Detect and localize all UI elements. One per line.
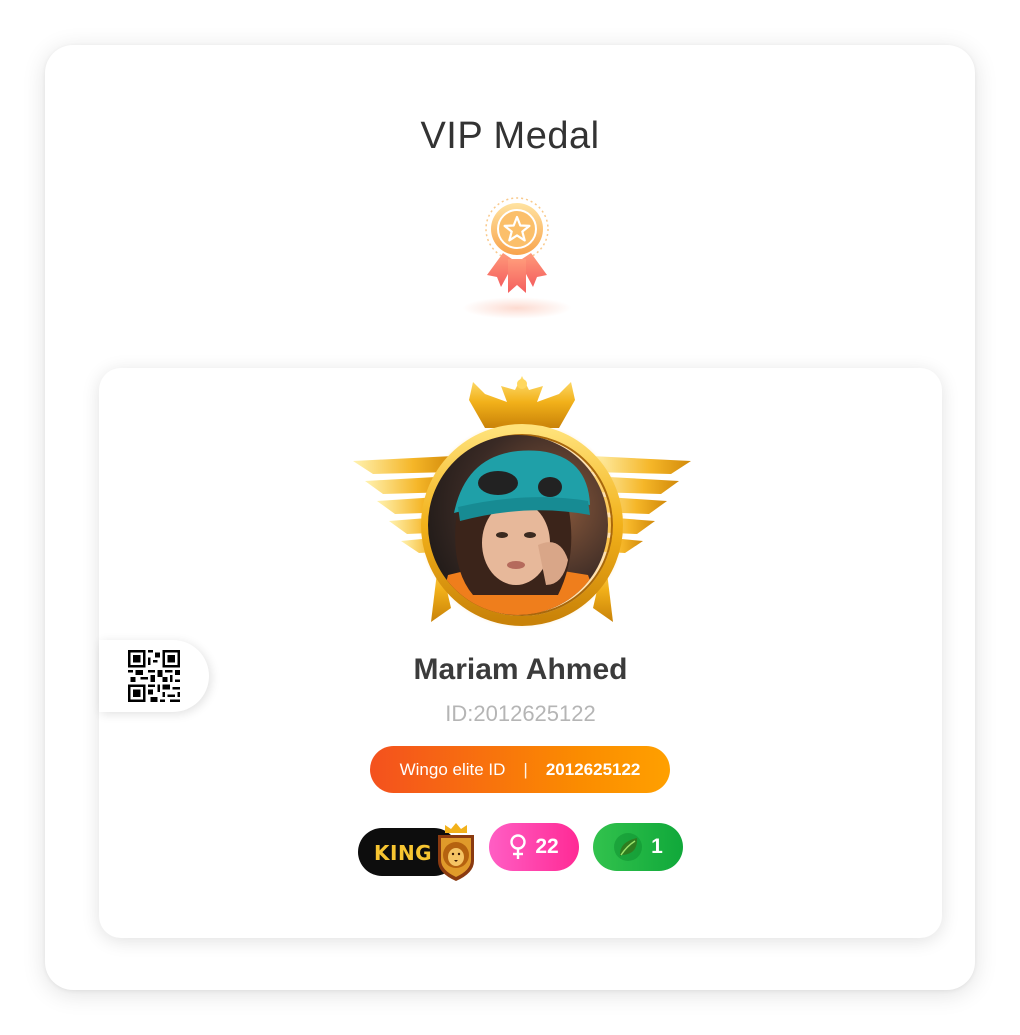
medal-ribbon-icon [485,197,549,293]
page-title: VIP Medal [420,115,600,157]
profile-card: Mariam Ahmed ID:2012625122 Wingo elite I… [99,368,942,938]
elite-id-separator: | [523,759,528,779]
gender-badge[interactable]: 22 [489,823,579,871]
leaf-icon [614,833,643,861]
leaf-badge-count: 1 [651,835,663,858]
vip-medal-card: VIP Medal Mariam Ahmed ID:2012625122 Win… [45,45,975,990]
elite-id-label: Wingo elite ID [399,759,506,779]
leaf-badge[interactable]: 1 [593,823,683,871]
avatar[interactable] [428,435,608,615]
king-badge-label: KING [374,841,433,865]
female-icon [510,834,527,859]
king-badge[interactable]: KING [358,821,480,883]
user-id: ID:2012625122 [445,701,596,726]
user-name: Mariam Ahmed [413,653,628,686]
elite-id-pill[interactable]: Wingo elite ID | 2012625122 [370,746,670,793]
gender-badge-count: 22 [535,835,559,858]
lion-crest-icon [438,823,474,881]
elite-id-value: 2012625122 [545,759,641,779]
